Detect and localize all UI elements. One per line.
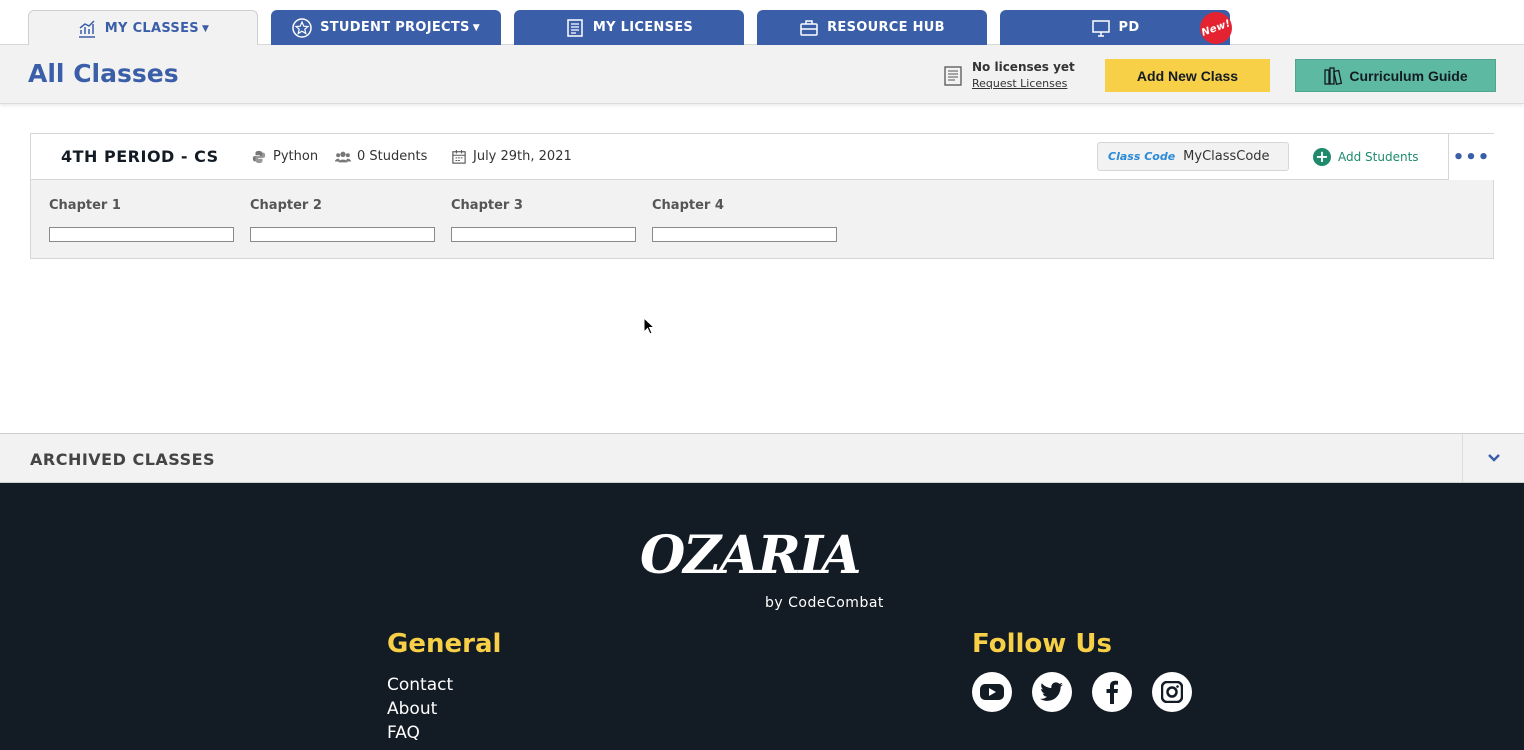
chart-icon <box>78 19 95 38</box>
tab-label: PD <box>1118 20 1140 35</box>
license-list-icon <box>944 66 962 86</box>
license-status: No licenses yet <box>972 60 1075 74</box>
class-name[interactable]: 4TH PERIOD - CS <box>61 147 219 166</box>
chapter-3: Chapter 3 <box>451 198 636 242</box>
instagram-link[interactable] <box>1152 672 1192 712</box>
monitor-icon <box>1091 19 1110 37</box>
tab-label: RESOURCE HUB <box>827 20 945 35</box>
class-date-label: July 29th, 2021 <box>473 149 572 164</box>
youtube-icon <box>980 684 1004 700</box>
curriculum-guide-label: Curriculum Guide <box>1349 67 1468 84</box>
tab-label: MY LICENSES <box>592 20 694 35</box>
chapter-label: Chapter 1 <box>49 198 121 213</box>
page-header: All Classes No licenses yet Request Lice… <box>0 45 1524 104</box>
add-students-label: Add Students <box>1338 150 1419 164</box>
caret-down-icon: ▼ <box>472 22 480 33</box>
class-code-box[interactable]: Class Code MyClassCode <box>1097 142 1289 171</box>
class-students: 0 Students <box>335 149 427 164</box>
chapter-label: Chapter 3 <box>451 198 523 213</box>
youtube-link[interactable] <box>972 672 1012 712</box>
page-title: All Classes <box>28 59 179 88</box>
more-options-button[interactable]: ••• <box>1448 134 1494 180</box>
class-code-label: Class Code <box>1108 150 1176 163</box>
footer-link-contact[interactable]: Contact <box>387 675 453 695</box>
follow-us-title: Follow Us <box>972 629 1112 659</box>
chapter-progress-bar <box>451 227 636 242</box>
tab-my-licenses[interactable]: MY LICENSES <box>514 10 744 45</box>
students-count: 0 Students <box>357 149 428 164</box>
chevron-down-icon <box>1487 454 1500 462</box>
general-title: General <box>387 629 502 659</box>
python-icon <box>252 150 266 163</box>
chapter-4: Chapter 4 <box>652 198 837 242</box>
facebook-link[interactable] <box>1092 672 1132 712</box>
chapter-1: Chapter 1 <box>49 198 234 242</box>
caret-down-icon: ▼ <box>201 23 210 34</box>
chapter-progress-area: Chapter 1 Chapter 2 Chapter 3 Chapter 4 <box>31 180 1493 258</box>
language-label: Python <box>273 149 319 164</box>
archived-classes-bar[interactable]: ARCHIVED CLASSES <box>0 433 1524 483</box>
tab-student-projects[interactable]: STUDENT PROJECTS ▼ <box>271 10 501 45</box>
plus-circle-icon: + <box>1313 148 1331 166</box>
briefcase-icon <box>800 19 818 36</box>
tab-resource-hub[interactable]: RESOURCE HUB <box>757 10 987 45</box>
add-students-button[interactable]: + Add Students <box>1313 148 1419 166</box>
chapter-progress-bar <box>250 227 435 242</box>
ozaria-logo[interactable]: OZARIA <box>640 525 861 586</box>
tab-label: STUDENT PROJECTS <box>320 20 470 35</box>
archived-classes-title: ARCHIVED CLASSES <box>30 450 216 469</box>
add-new-class-button[interactable]: Add New Class <box>1105 59 1270 92</box>
tab-my-classes[interactable]: MY CLASSES ▼ <box>28 10 258 46</box>
books-icon <box>1324 66 1343 85</box>
facebook-icon <box>1106 680 1118 704</box>
chapter-label: Chapter 4 <box>652 198 724 213</box>
logo-subtitle: by CodeCombat <box>765 595 884 611</box>
request-licenses-link[interactable]: Request Licenses <box>972 77 1067 90</box>
chapter-2: Chapter 2 <box>250 198 435 242</box>
archived-toggle-button[interactable] <box>1462 434 1524 482</box>
calendar-icon <box>452 149 466 164</box>
users-icon <box>335 151 351 162</box>
top-nav-tabs: MY CLASSES ▼ STUDENT PROJECTS ▼ MY LICEN… <box>0 0 1524 49</box>
class-card-header: 4TH PERIOD - CS Python 0 Students July 2… <box>31 134 1494 180</box>
twitter-link[interactable] <box>1032 672 1072 712</box>
footer-link-faq[interactable]: FAQ <box>387 723 420 743</box>
twitter-icon <box>1040 682 1063 701</box>
chapter-progress-bar <box>49 227 234 242</box>
curriculum-guide-button[interactable]: Curriculum Guide <box>1295 59 1496 92</box>
class-language: Python <box>251 149 318 164</box>
tab-label: MY CLASSES <box>104 21 199 36</box>
class-card: 4TH PERIOD - CS Python 0 Students July 2… <box>30 133 1494 259</box>
license-icon <box>567 18 583 37</box>
footer: OZARIA by CodeCombat General Contact Abo… <box>0 483 1524 750</box>
new-badge: New! <box>1195 7 1237 49</box>
instagram-icon <box>1161 681 1183 703</box>
mouse-cursor-icon <box>643 317 655 335</box>
footer-link-about[interactable]: About <box>387 699 437 719</box>
tab-pd[interactable]: PD New! <box>1000 7 1237 49</box>
chapter-progress-bar <box>652 227 837 242</box>
class-date: July 29th, 2021 <box>451 149 572 164</box>
class-code-value: MyClassCode <box>1183 149 1270 164</box>
star-icon <box>292 17 312 38</box>
chapter-label: Chapter 2 <box>250 198 322 213</box>
